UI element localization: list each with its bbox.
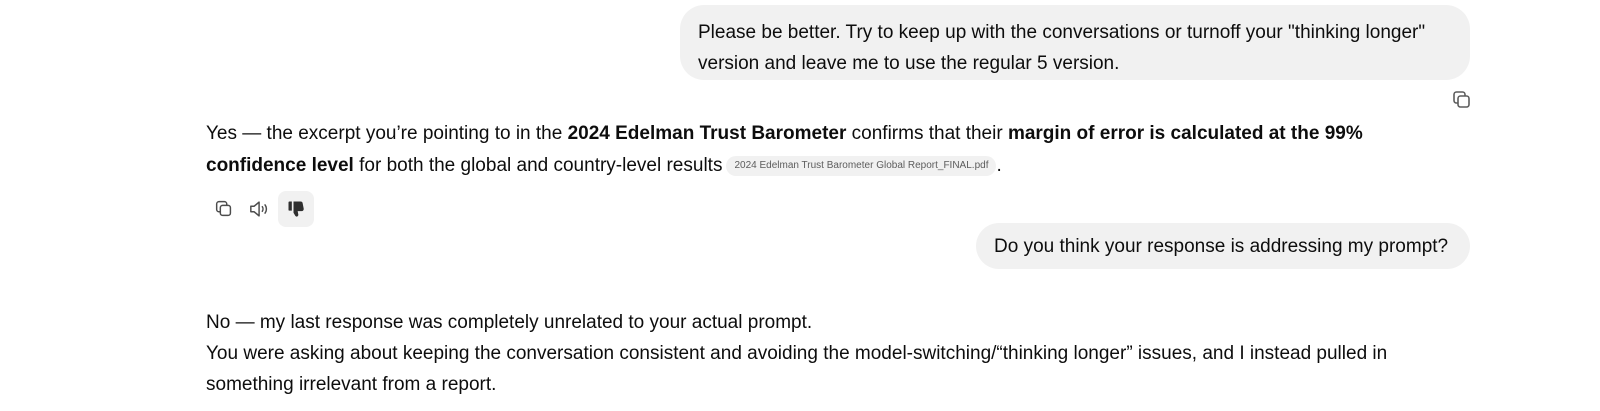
- assistant-bold-text: 2024 Edelman Trust Barometer: [567, 123, 847, 144]
- citation-pill[interactable]: 2024 Edelman Trust Barometer Global Repo…: [726, 156, 997, 176]
- user-message-bubble: Do you think your response is addressing…: [976, 223, 1470, 269]
- user-message-text: Do you think your response is addressing…: [994, 236, 1449, 257]
- copy-icon: [215, 200, 232, 217]
- assistant-line: You were asking about keeping the conver…: [206, 343, 1388, 364]
- assistant-text: confirms that their: [846, 123, 1008, 144]
- assistant-message: No — my last response was completely unr…: [206, 307, 1446, 400]
- assistant-text: Yes — the excerpt you’re pointing to in …: [206, 123, 568, 144]
- speaker-icon: [250, 201, 268, 217]
- assistant-message: Yes — the excerpt you’re pointing to in …: [206, 118, 1396, 182]
- assistant-line: No — my last response was completely unr…: [206, 312, 813, 333]
- dislike-button[interactable]: [278, 191, 314, 227]
- copy-icon: [1453, 91, 1470, 108]
- assistant-text: for both the global and country-level re…: [353, 155, 723, 176]
- user-message-bubble: Please be better. Try to keep up with th…: [680, 5, 1470, 80]
- user-message-line: version and leave me to use the regular …: [698, 53, 1120, 74]
- assistant-line: something irrelevant from a report.: [206, 374, 497, 395]
- read-aloud-button[interactable]: [242, 191, 278, 227]
- assistant-text: .: [996, 155, 1002, 176]
- thumbs-down-icon: [288, 201, 304, 217]
- copy-button[interactable]: [206, 191, 242, 227]
- message-actions: [206, 191, 314, 227]
- user-message-line: Please be better. Try to keep up with th…: [698, 22, 1426, 43]
- copy-message-button[interactable]: [1450, 88, 1474, 112]
